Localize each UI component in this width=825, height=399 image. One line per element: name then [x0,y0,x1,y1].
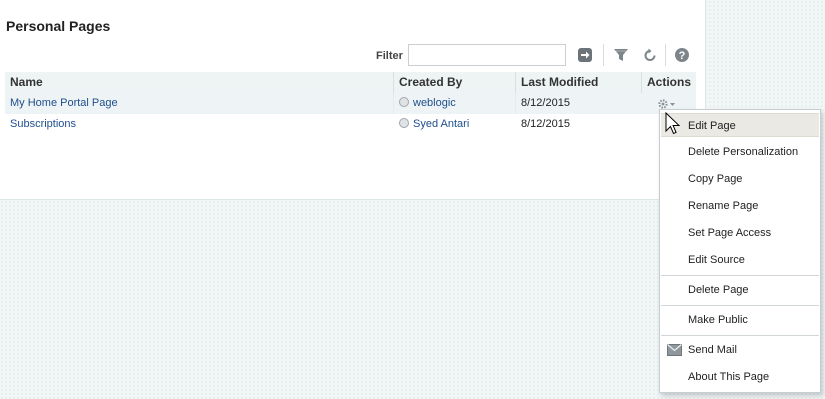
filter-funnel-icon [614,49,628,61]
created-by-cell: Syed Antari [394,114,469,135]
menu-item-make-public[interactable]: Make Public [661,308,819,332]
created-by-link[interactable]: Syed Antari [413,118,469,130]
user-icon [399,97,409,108]
actions-dropdown-menu: Edit Page Delete Personalization Copy Pa… [659,109,821,393]
menu-item-copy-page[interactable]: Copy Page [661,167,819,191]
created-by-cell: weblogic [394,93,456,114]
table-row[interactable]: Subscriptions Syed Antari 8/12/2015 [5,114,696,135]
menu-item-delete-personalization[interactable]: Delete Personalization [661,140,819,164]
column-header-last-modified[interactable]: Last Modified [516,72,641,93]
last-modified-cell: 8/12/2015 [521,97,570,109]
refresh-button[interactable] [641,46,659,64]
page-name-link[interactable]: My Home Portal Page [5,93,118,114]
toolbar-separator [603,44,604,66]
created-by-link[interactable]: weblogic [413,97,456,109]
column-header-actions: Actions [647,75,692,89]
menu-item-send-mail[interactable]: Send Mail [661,338,819,362]
mail-icon [667,344,682,356]
gear-icon [658,99,675,109]
filter-label: Filter [376,50,403,62]
menu-item-set-page-access[interactable]: Set Page Access [661,221,819,245]
table-header: Name Created By Last Modified Actions [5,72,696,94]
menu-separator [661,305,819,306]
go-arrow-icon [578,48,592,62]
menu-separator [661,275,819,276]
menu-separator [661,335,819,336]
menu-item-send-mail-label: Send Mail [688,344,737,356]
menu-item-edit-page[interactable]: Edit Page [661,113,819,137]
user-icon [399,118,409,129]
column-header-name[interactable]: Name [5,72,393,93]
last-modified-cell: 8/12/2015 [521,118,570,130]
filter-button[interactable] [612,46,630,64]
go-arrow-button[interactable] [576,46,594,64]
personal-pages-panel: Personal Pages Filter ? Name Created By … [0,0,706,200]
help-button[interactable]: ? [673,46,691,64]
refresh-icon [644,48,656,61]
panel-title: Personal Pages [6,18,111,34]
column-header-created-by[interactable]: Created By [394,72,515,93]
filter-input[interactable] [408,44,566,66]
svg-text:?: ? [679,50,686,62]
page-name-link[interactable]: Subscriptions [5,114,76,135]
menu-item-rename-page[interactable]: Rename Page [661,194,819,218]
menu-item-about-this-page[interactable]: About This Page [661,365,819,389]
table-row[interactable]: My Home Portal Page weblogic 8/12/2015 [5,93,696,114]
menu-item-edit-source[interactable]: Edit Source [661,248,819,272]
toolbar-separator [665,44,666,66]
menu-item-delete-page[interactable]: Delete Page [661,278,819,302]
help-icon: ? [675,48,689,62]
mouse-pointer-icon [665,112,681,135]
